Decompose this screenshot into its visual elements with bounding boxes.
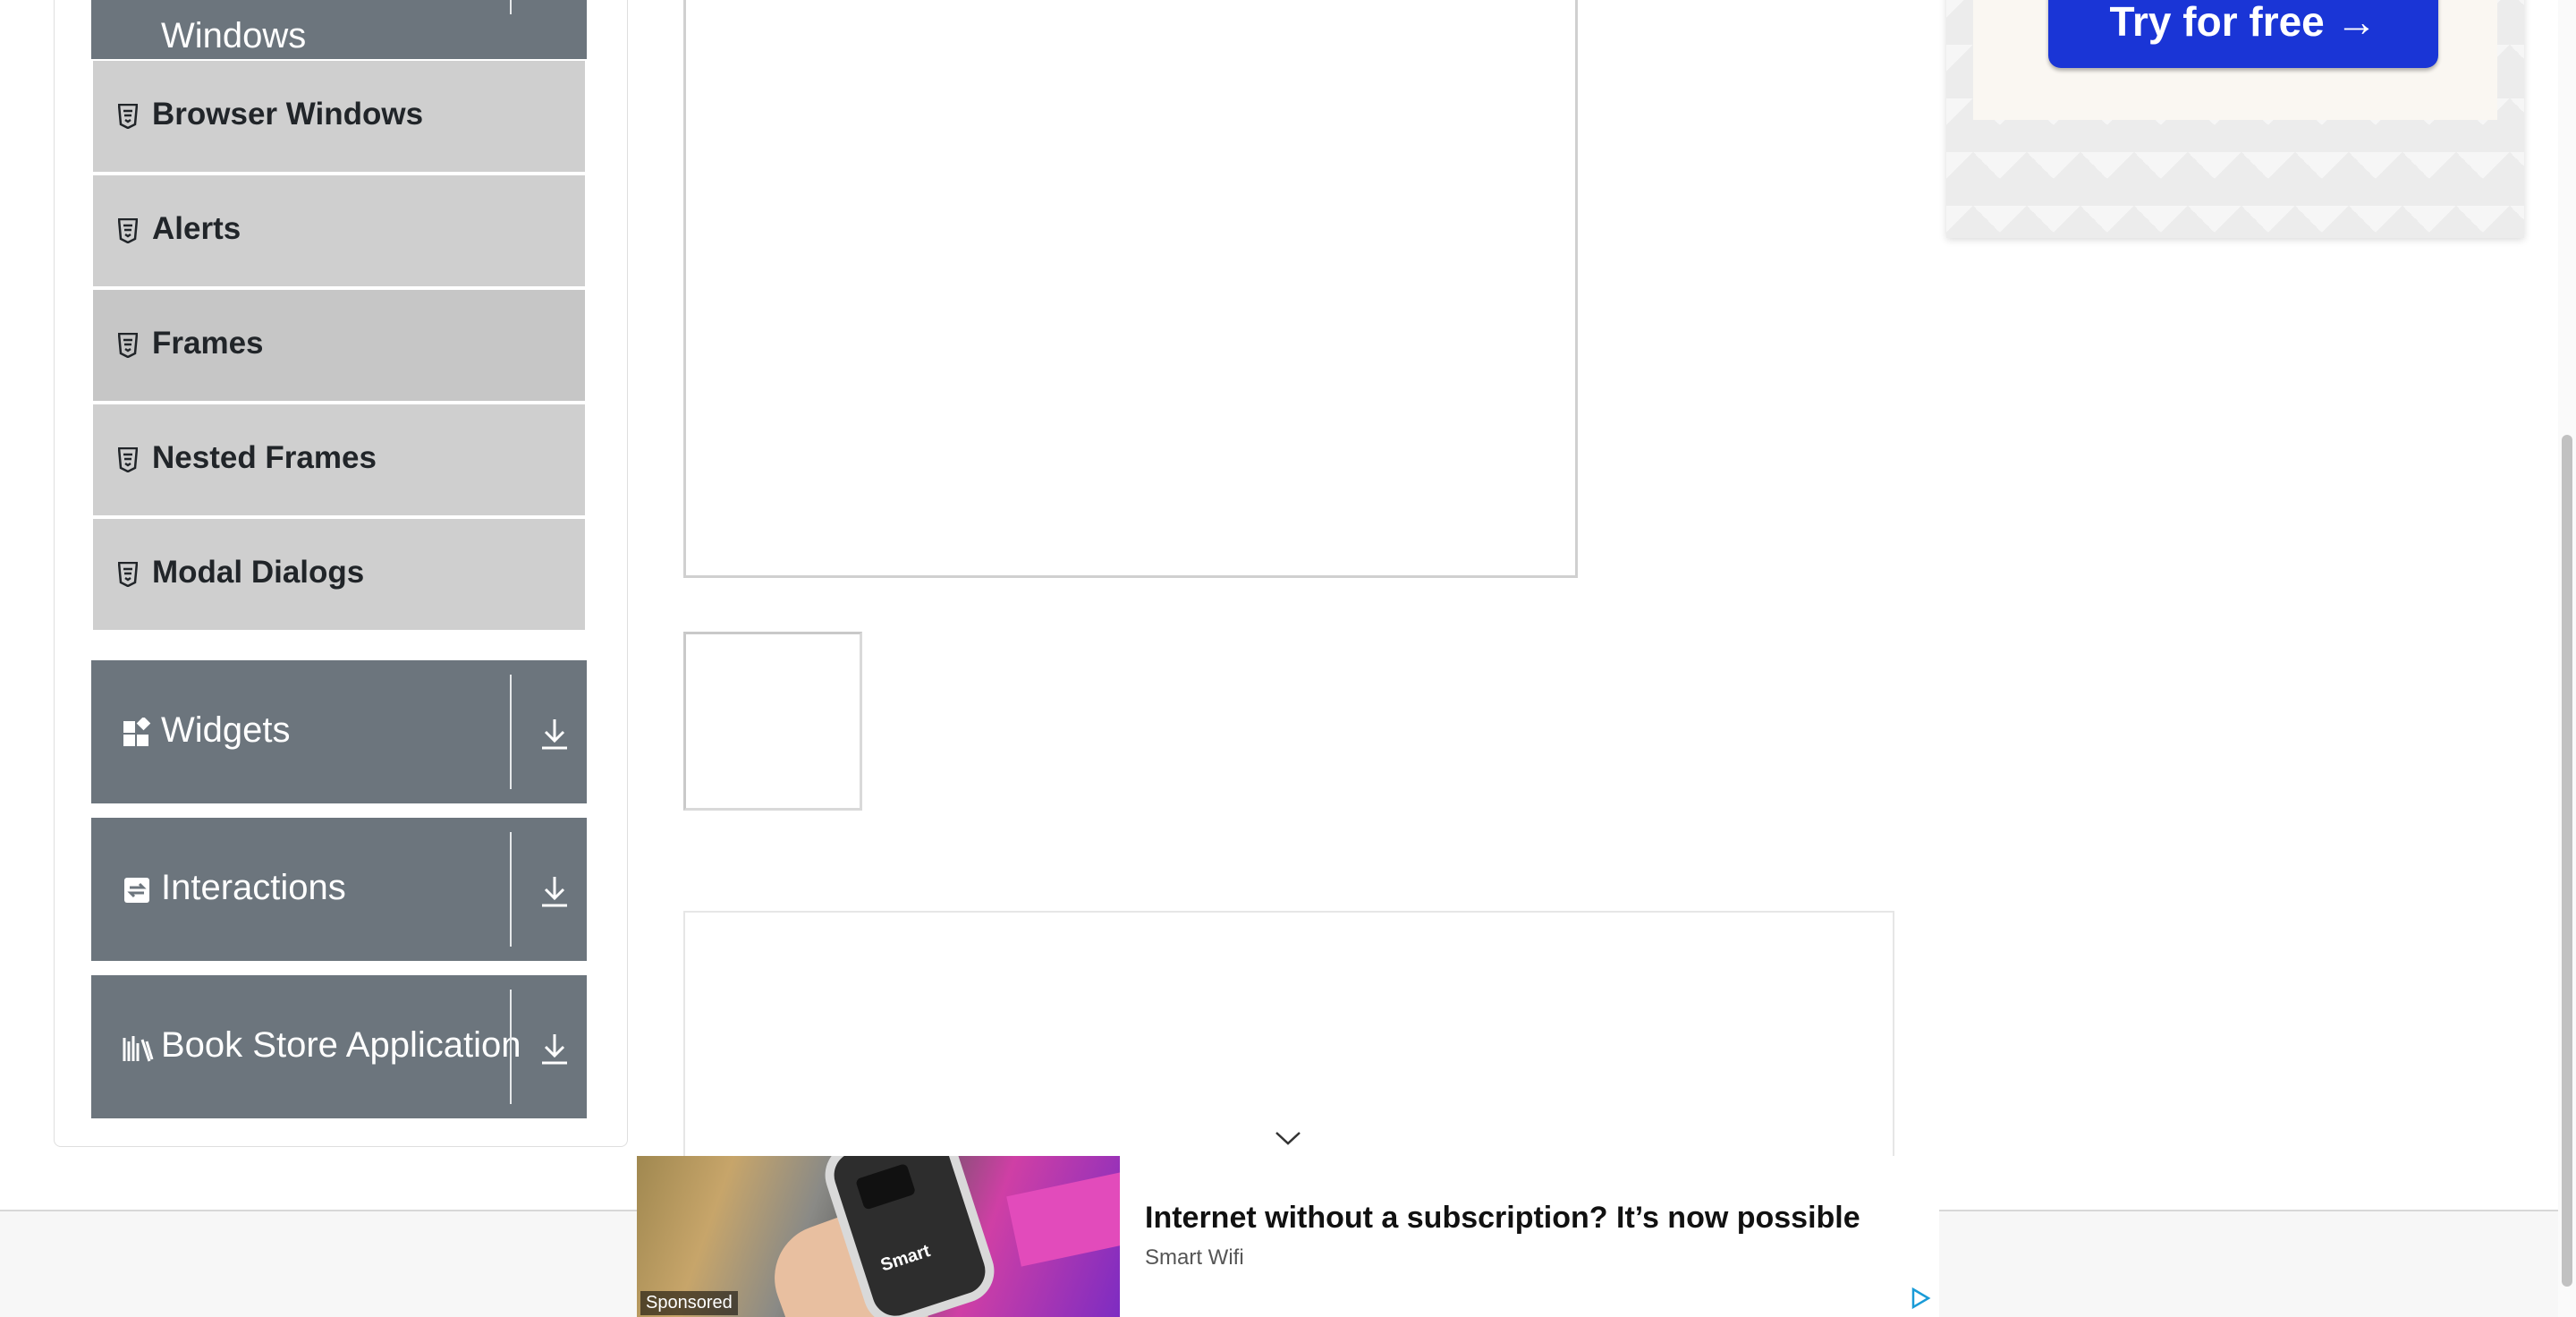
download-icon[interactable] <box>538 1031 571 1066</box>
group-header-widgets[interactable]: Widgets <box>91 660 587 803</box>
menu-item-label: Modal Dialogs <box>152 555 365 590</box>
ad-image[interactable]: Smart Sponsored <box>637 1156 1120 1317</box>
ad-image-screen <box>855 1162 917 1211</box>
menu-item-label: Browser Windows <box>152 97 424 132</box>
scrollbar-thumb[interactable] <box>2562 435 2572 1287</box>
html5-icon <box>117 217 139 244</box>
chevron-down-icon[interactable] <box>1274 1129 1302 1147</box>
group-divider <box>510 832 512 947</box>
group-header-interactions[interactable]: Interactions <box>91 818 587 961</box>
menu-item-browser-windows[interactable]: Browser Windows <box>93 61 585 172</box>
ad-image-card <box>1006 1170 1120 1267</box>
collapse-icon[interactable] <box>538 0 571 18</box>
download-icon[interactable] <box>538 716 571 752</box>
menu-item-label: Nested Frames <box>152 440 377 475</box>
iframe-large[interactable] <box>683 0 1578 578</box>
menu-item-label: Alerts <box>152 211 242 246</box>
html5-icon <box>117 103 139 130</box>
html5-icon <box>117 446 139 473</box>
widgets-icon <box>122 716 152 748</box>
html5-icon <box>117 561 139 588</box>
menu-item-nested-frames[interactable]: Nested Frames <box>93 404 585 515</box>
adchoices-icon[interactable] <box>1909 1287 1932 1310</box>
group-header-alerts-frame-windows[interactable]: Windows <box>91 0 587 59</box>
ad-image-brand: Smart <box>877 1241 933 1276</box>
content-panel <box>683 911 1894 1197</box>
group-label: Interactions <box>161 868 346 907</box>
ad-banner-top[interactable]: Try for free → <box>1946 0 2524 238</box>
menu-item-label: Frames <box>152 326 264 361</box>
window-icon <box>122 0 152 11</box>
books-icon <box>122 1032 154 1063</box>
group-label: Windows <box>161 16 307 55</box>
group-label: Book Store Application <box>161 1025 521 1065</box>
sponsored-label: Sponsored <box>640 1291 738 1315</box>
ad-title[interactable]: Internet without a subscription? It’s no… <box>1145 1201 1860 1236</box>
html5-icon <box>117 332 139 359</box>
group-divider <box>510 990 512 1104</box>
group-label: Widgets <box>161 710 291 750</box>
menu-item-modal-dialogs[interactable]: Modal Dialogs <box>93 519 585 630</box>
menu-item-alerts[interactable]: Alerts <box>93 175 585 286</box>
ad-banner-bottom[interactable]: Smart Sponsored Internet without a subsc… <box>637 1156 1939 1317</box>
ad-banner-inner: Try for free → <box>1973 0 2497 120</box>
interactions-icon <box>122 875 152 905</box>
iframe-small[interactable] <box>683 632 862 811</box>
download-icon[interactable] <box>538 873 571 909</box>
group-header-book-store[interactable]: Book Store Application <box>91 975 587 1118</box>
try-for-free-button[interactable]: Try for free → <box>2048 0 2438 68</box>
menu-item-frames[interactable]: Frames <box>93 290 585 401</box>
group-divider <box>510 675 512 789</box>
ad-source: Smart Wifi <box>1145 1245 1244 1270</box>
group-divider <box>510 0 512 14</box>
